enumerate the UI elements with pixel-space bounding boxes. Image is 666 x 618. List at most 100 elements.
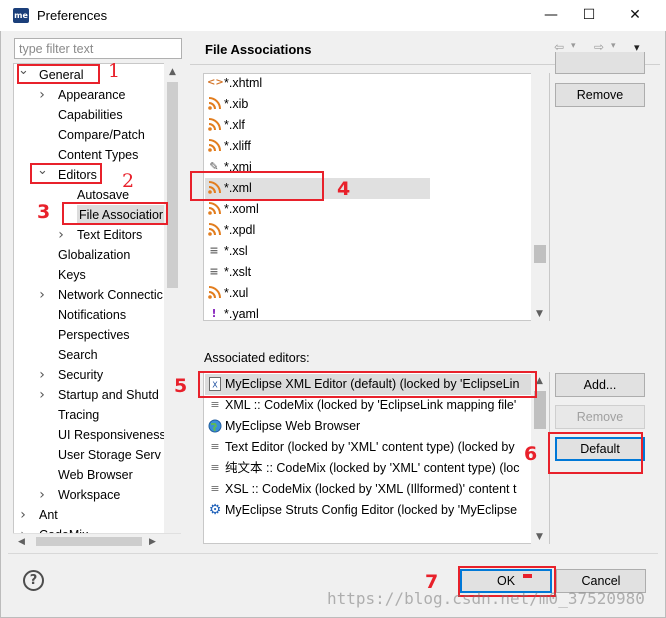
file-type-row[interactable]: ≡ *.xslt xyxy=(205,262,549,283)
tree-item[interactable]: › Text Editors xyxy=(14,225,164,245)
tree-item[interactable]: Notifications xyxy=(14,305,164,325)
tree-item-label: Workspace xyxy=(58,488,121,502)
tree-item[interactable]: Web Browser xyxy=(14,465,164,485)
annotation-number: 5 xyxy=(174,375,188,397)
tree-item[interactable]: › Appearance xyxy=(14,85,164,105)
forward-menu-icon[interactable]: ▾ xyxy=(611,41,616,51)
editor-label: XML :: CodeMix (locked by 'EclipseLink m… xyxy=(225,398,517,412)
chevron-right-icon[interactable]: › xyxy=(37,285,47,305)
page-title: File Associations xyxy=(205,42,312,57)
tree-item[interactable]: › Security xyxy=(14,365,164,385)
tree-item[interactable]: Perspectives xyxy=(14,325,164,345)
tree-vertical-scroll-thumb[interactable] xyxy=(167,82,178,288)
tree-item[interactable]: › Startup and Shutd xyxy=(14,385,164,405)
add-editor-button[interactable]: Add... xyxy=(555,373,645,397)
remove-file-type-button[interactable]: Remove xyxy=(555,83,645,107)
code-file-icon: <> xyxy=(207,77,224,88)
remove-editor-button[interactable]: Remove xyxy=(555,405,645,429)
chevron-right-icon[interactable]: › xyxy=(37,485,47,505)
file-type-label: *.xsl xyxy=(224,244,248,258)
chevron-right-icon[interactable]: › xyxy=(37,365,47,385)
annotation-number: 2 xyxy=(122,170,135,192)
tree-item[interactable]: › Workspace xyxy=(14,485,164,505)
annotation-number: 3 xyxy=(37,201,51,223)
editor-row[interactable]: ≡ XML :: CodeMix (locked by 'EclipseLink … xyxy=(205,395,549,416)
tree-item-label: Web Browser xyxy=(58,468,133,482)
file-type-row[interactable]: *.xib xyxy=(205,94,549,115)
chevron-right-icon[interactable]: › xyxy=(37,385,47,405)
back-menu-icon[interactable]: ▾ xyxy=(571,41,576,51)
tree-item-label: Search xyxy=(58,348,98,362)
rss-file-icon xyxy=(207,118,221,132)
scroll-down-icon[interactable]: ▼ xyxy=(536,532,543,542)
chevron-right-icon[interactable]: › xyxy=(37,85,47,105)
file-type-row[interactable]: *.xpdl xyxy=(205,220,549,241)
file-type-row[interactable]: ! *.yaml xyxy=(205,304,549,320)
rss-file-icon xyxy=(207,286,221,300)
annotation-number: 6 xyxy=(524,443,538,465)
tree-item[interactable]: Capabilities xyxy=(14,105,164,125)
scroll-right-icon[interactable]: ▶ xyxy=(149,537,156,547)
tree-item[interactable]: › Network Connectic xyxy=(14,285,164,305)
annotation-box-file-associations xyxy=(62,202,168,225)
preferences-tree: ⌄ General › Appearance Capabilities Compare/P… xyxy=(13,63,181,550)
maximize-icon[interactable]: ☐ xyxy=(566,0,612,31)
editor-row[interactable]: MyEclipse Web Browser xyxy=(205,416,549,437)
chevron-right-icon[interactable]: › xyxy=(56,225,66,245)
annotation-box-xml xyxy=(190,171,324,201)
tree-item[interactable]: Search xyxy=(14,345,164,365)
tree-item[interactable]: Keys xyxy=(14,265,164,285)
associated-editors-label: Associated editors: xyxy=(204,351,310,365)
file-type-row[interactable]: ≡ *.xsl xyxy=(205,241,549,262)
editor-row[interactable]: ≡ Text Editor (locked by 'XML' content ty… xyxy=(205,437,549,458)
file-type-row[interactable]: <> *.xhtml xyxy=(205,74,549,94)
file-type-row[interactable]: *.xliff xyxy=(205,136,549,157)
file-type-label: *.xul xyxy=(224,286,249,300)
file-types-scrollbar[interactable] xyxy=(531,73,549,321)
help-icon[interactable]: ? xyxy=(23,570,44,591)
tree-item-label: Text Editors xyxy=(77,228,143,242)
file-type-label: *.xpdl xyxy=(224,223,256,237)
tree-item-label: Startup and Shutd xyxy=(58,388,159,402)
text-file-icon: ≡ xyxy=(210,461,220,474)
tree-item-label: Network Connectic xyxy=(58,288,163,302)
tree-item[interactable]: Tracing xyxy=(14,405,164,425)
editor-row[interactable]: ≡ XSL :: CodeMix (locked by 'XML (Illform… xyxy=(205,479,549,500)
gear-icon: ⚙ xyxy=(208,502,222,518)
rss-file-icon xyxy=(207,97,221,111)
add-file-type-button[interactable] xyxy=(555,52,645,74)
close-icon[interactable]: ✕ xyxy=(612,0,658,31)
chevron-right-icon[interactable]: › xyxy=(18,505,28,525)
file-type-row[interactable]: *.xoml xyxy=(205,199,549,220)
scroll-up-icon[interactable]: ▲ xyxy=(536,376,543,386)
tree-item-label: Compare/Patch xyxy=(58,128,145,142)
file-type-label: *.xoml xyxy=(224,202,259,216)
file-types-scroll-thumb[interactable] xyxy=(534,245,546,263)
tree-item[interactable]: Compare/Patch xyxy=(14,125,164,145)
editor-row[interactable]: ⚙ MyEclipse Struts Config Editor (locked … xyxy=(205,500,549,521)
file-type-row[interactable]: *.xul xyxy=(205,283,549,304)
text-file-icon: ≡ xyxy=(209,244,219,257)
editor-row[interactable]: ≡ 纯文本 :: CodeMix (locked by 'XML' content… xyxy=(205,458,549,479)
globe-icon xyxy=(208,419,222,433)
file-type-label: *.xlf xyxy=(224,118,245,132)
tree-item-label: Perspectives xyxy=(58,328,130,342)
file-type-row[interactable]: *.xlf xyxy=(205,115,549,136)
tree-horizontal-scroll-thumb[interactable] xyxy=(36,537,142,546)
editor-label: MyEclipse Struts Config Editor (locked b… xyxy=(225,503,518,517)
annotation-box-default xyxy=(548,432,643,474)
text-file-icon: ≡ xyxy=(209,265,219,278)
tree-item-label: Tracing xyxy=(58,408,100,422)
tree-item-label: Keys xyxy=(58,268,86,282)
scroll-left-icon[interactable]: ◀ xyxy=(18,537,25,547)
annotation-number: 1 xyxy=(108,60,121,82)
tree-item[interactable]: UI Responsiveness xyxy=(14,425,166,445)
tree-item-label: Notifications xyxy=(58,308,127,322)
tree-item[interactable]: Globalization xyxy=(14,245,164,265)
tree-item[interactable]: › Ant xyxy=(14,505,164,525)
scroll-down-icon[interactable]: ▼ xyxy=(536,309,543,319)
annotation-box-editors xyxy=(30,163,102,184)
filter-input[interactable] xyxy=(14,38,182,59)
tree-item[interactable]: User Storage Serv xyxy=(14,445,164,465)
scroll-up-icon[interactable]: ▲ xyxy=(169,67,176,77)
